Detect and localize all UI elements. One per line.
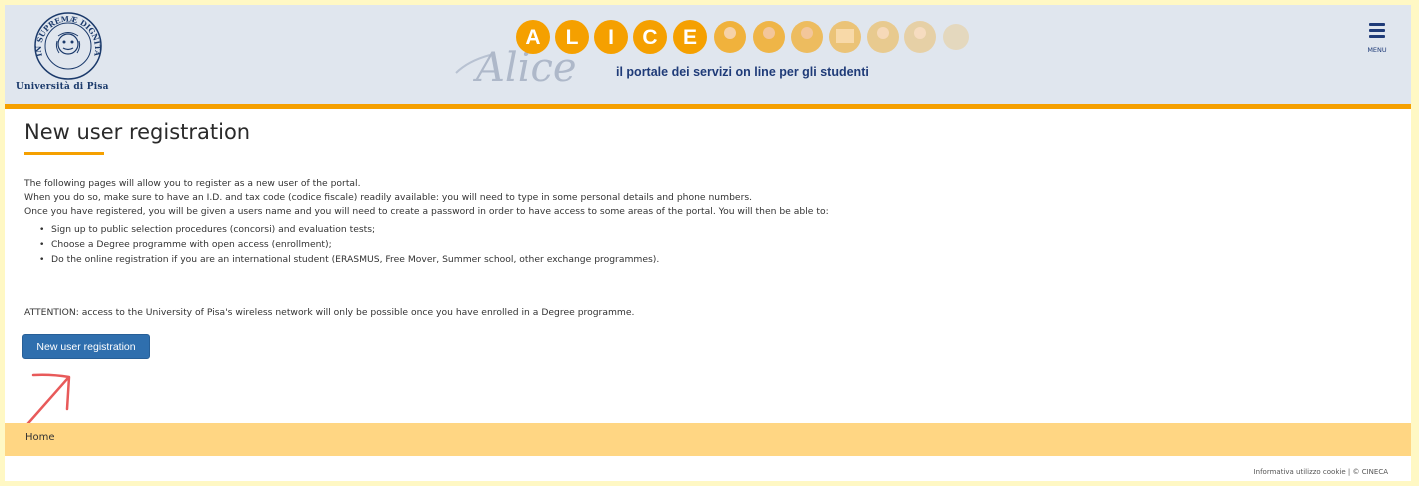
intro-line: Once you have registered, you will be gi…: [24, 206, 829, 217]
new-user-registration-button[interactable]: New user registration: [22, 334, 150, 359]
university-name: Università di Pisa: [16, 82, 109, 92]
list-item: Sign up to public selection procedures (…: [39, 222, 659, 237]
site-header: IN SUPREMÆ DIGNITATIS 1343 Università di…: [5, 5, 1411, 109]
page-footer: Informativa utilizzo cookie | © CINECA: [1254, 468, 1388, 476]
intro-line: The following pages will allow you to re…: [24, 178, 361, 189]
title-underline: [24, 152, 104, 155]
banner-letter-e: E: [683, 26, 697, 49]
attention-note: ATTENTION: access to the University of P…: [24, 307, 635, 318]
list-item: Choose a Degree programme with open acce…: [39, 237, 659, 252]
footer-separator: |: [1347, 468, 1351, 476]
list-item: Do the online registration if you are an…: [39, 252, 659, 267]
breadcrumb: Home: [5, 423, 1411, 456]
banner-letter-i: I: [608, 26, 614, 49]
alice-script-text: Alice: [472, 45, 577, 91]
menu-label: MENU: [1367, 46, 1387, 54]
student-photo-icons: [714, 21, 969, 53]
alice-logo-icon[interactable]: Alice A L I C E: [450, 11, 970, 91]
menu-button[interactable]: MENU: [1363, 21, 1393, 61]
features-list: Sign up to public selection procedures (…: [39, 222, 659, 267]
banner-letter-a: A: [525, 26, 540, 49]
intro-line: When you do so, make sure to have an I.D…: [24, 192, 753, 203]
copyright-text: © CINECA: [1352, 468, 1388, 476]
intro-text: The following pages will allow you to re…: [24, 177, 829, 219]
portal-tagline: il portale dei servizi on line per gli s…: [616, 65, 869, 79]
university-seal-icon: IN SUPREMÆ DIGNITATIS 1343: [33, 11, 102, 80]
cookie-policy-link[interactable]: Informativa utilizzo cookie: [1254, 468, 1346, 476]
breadcrumb-home-link[interactable]: Home: [25, 432, 55, 443]
banner-letter-l: L: [566, 26, 579, 49]
banner-letter-c: C: [642, 26, 657, 49]
page-frame: IN SUPREMÆ DIGNITATIS 1343 Università di…: [5, 5, 1411, 481]
page-title: New user registration: [24, 120, 251, 144]
